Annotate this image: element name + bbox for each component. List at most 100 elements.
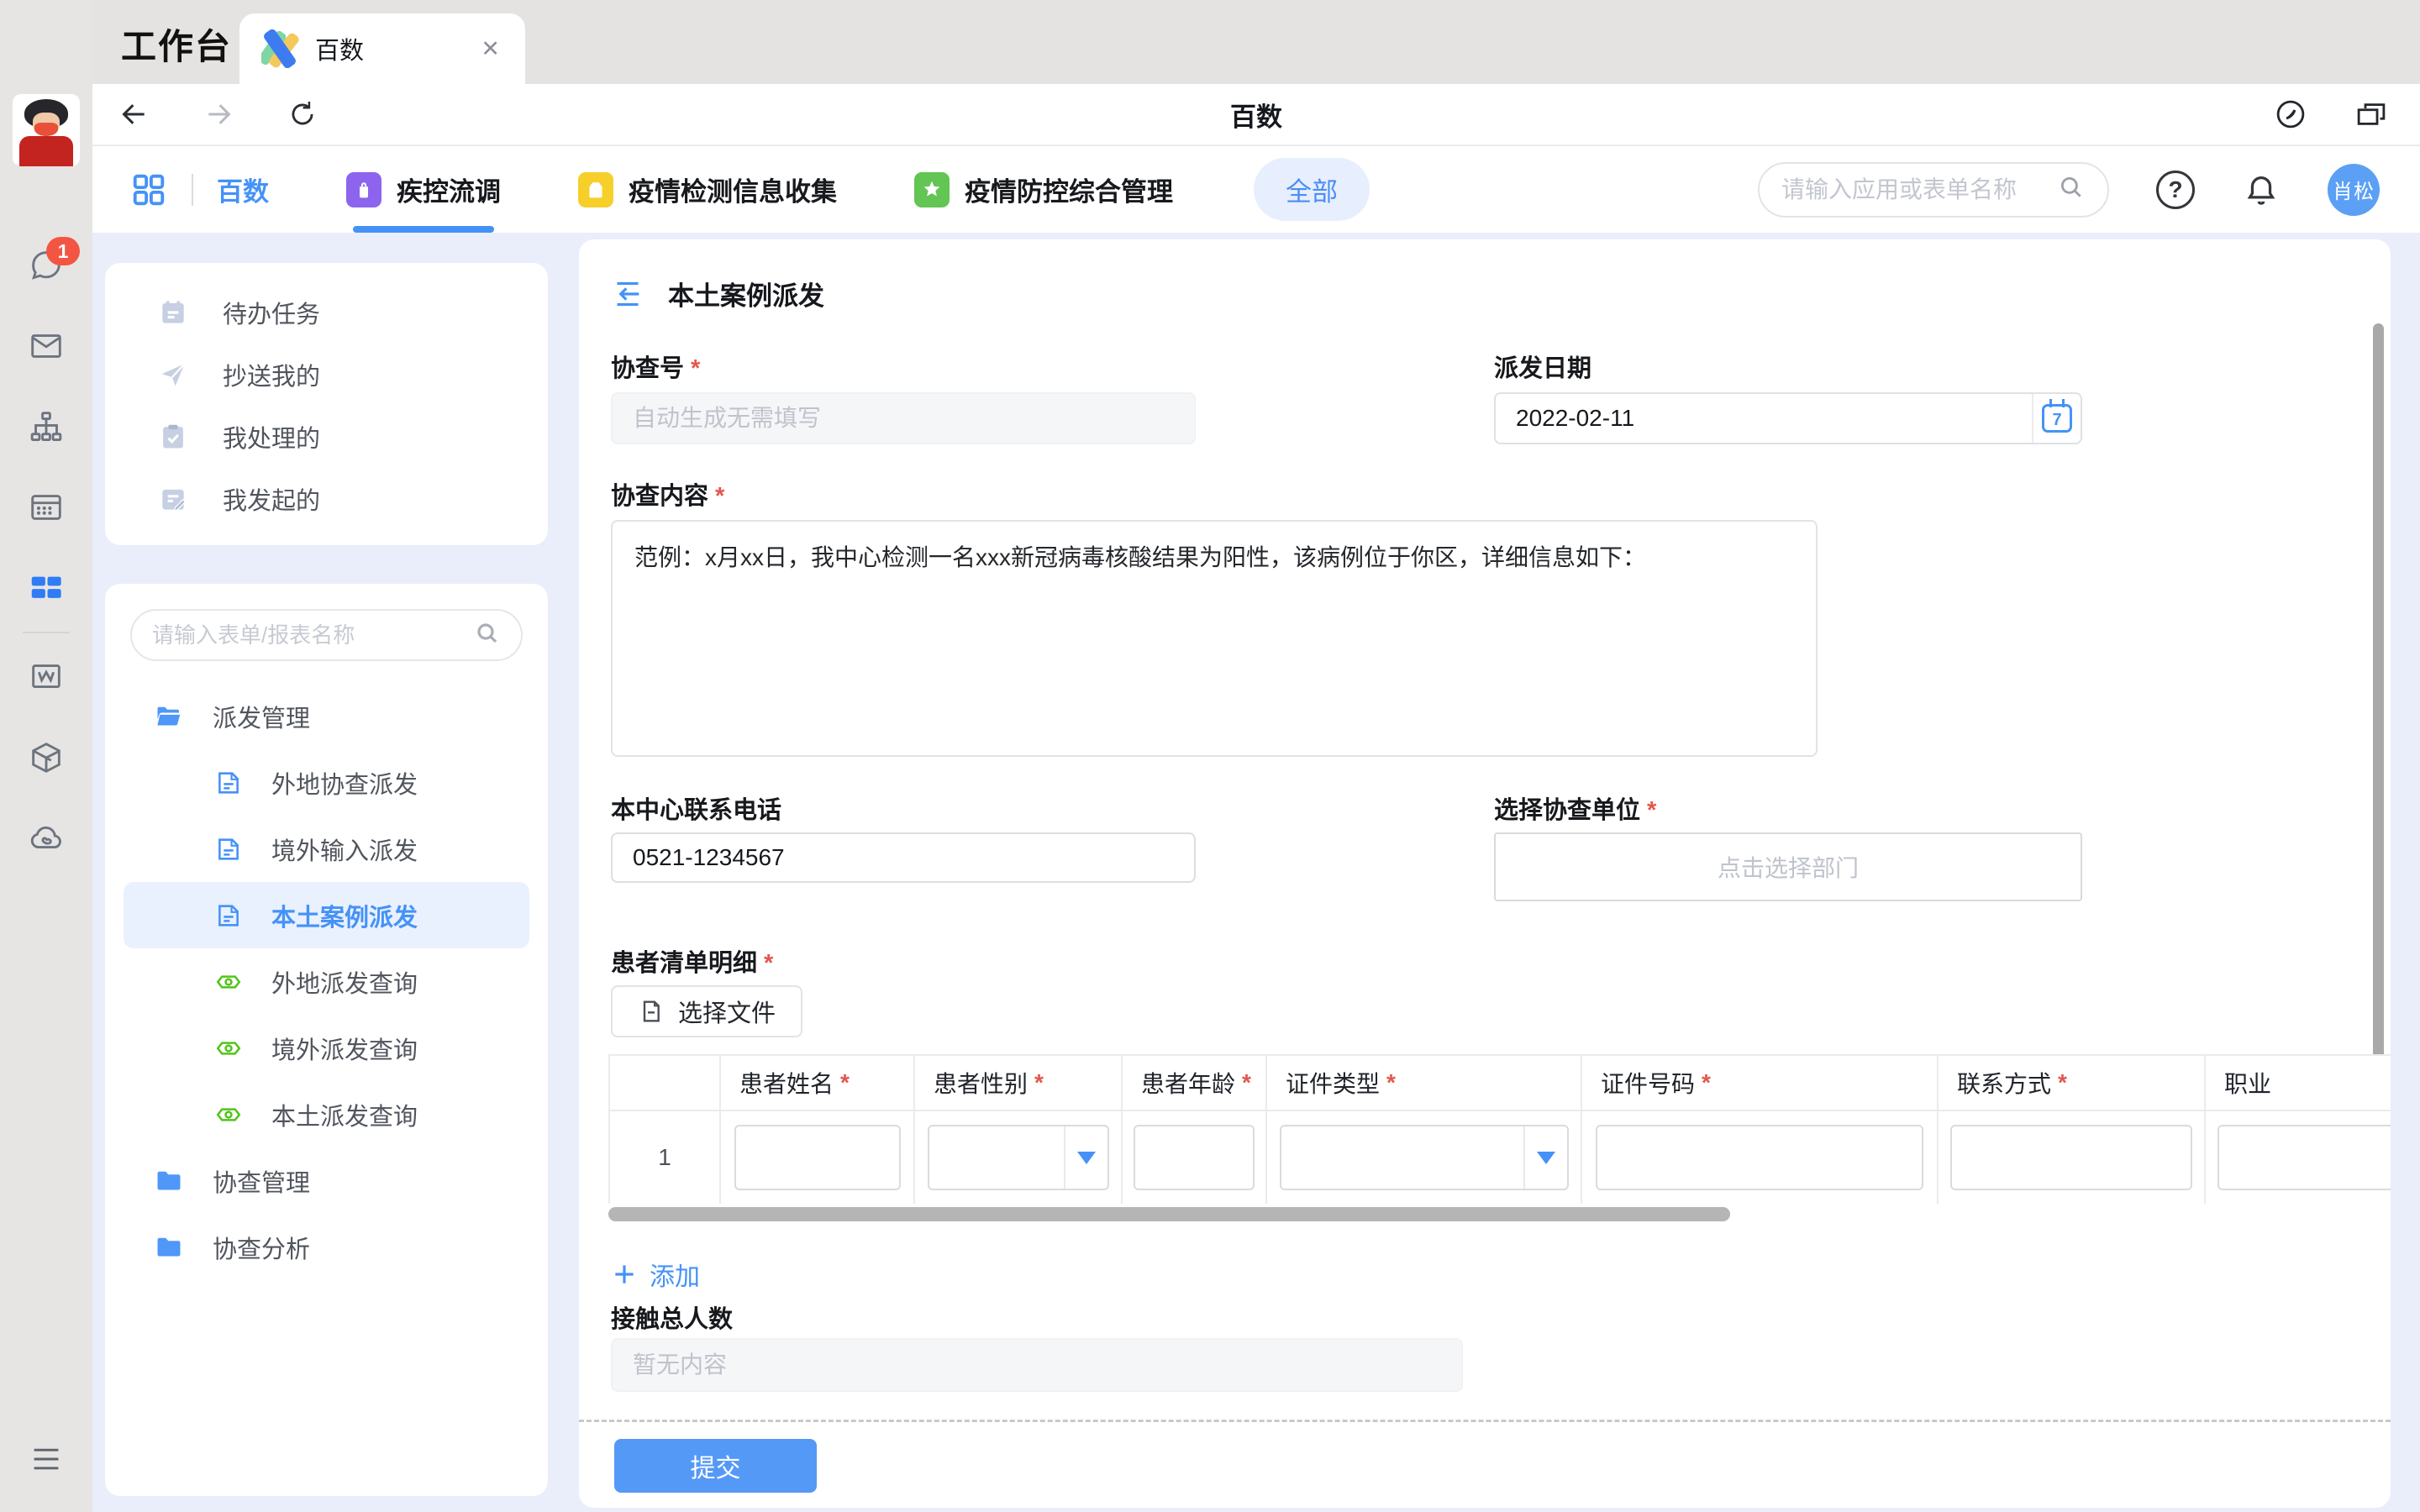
chat-icon[interactable]: 1 [24,244,68,287]
horizontal-scrollbar[interactable] [608,1207,1730,1221]
profile-avatar[interactable] [13,94,80,166]
divider [192,174,193,206]
nav-app-fangkong[interactable]: 疫情防控综合管理 [914,146,1173,233]
phone-field[interactable] [611,832,1196,883]
choose-file-button[interactable]: 选择文件 [611,985,802,1037]
phone-label: 本中心联系电话 [611,790,781,826]
cube-icon[interactable] [24,736,68,780]
user-avatar[interactable]: 肖松 [2328,164,2380,216]
form-tree-panel: 派发管理 外地协查派发 境外输入派发 本土案例派发 外地派发查询 [105,584,548,1496]
dropdown-arrow-icon [1077,1152,1096,1164]
workbench-icon[interactable] [24,566,68,610]
tab-baishu[interactable]: 百数 ✕ [239,13,525,84]
chat-badge: 1 [46,237,80,265]
patient-list-label: 患者清单明细* [611,943,773,979]
org-icon[interactable] [24,405,68,449]
bell-icon[interactable] [2242,171,2281,209]
add-row-button[interactable]: 添加 [611,1256,700,1293]
form-search-input[interactable] [152,622,474,648]
nav-home-baishu[interactable]: 百数 [217,171,269,208]
fangkong-app-icon [914,172,950,207]
col-occupation: 职业 [2206,1056,2391,1111]
help-icon[interactable]: ? [2156,171,2195,209]
patient-table-header: 患者姓名* 患者性别* 患者年龄* 证件类型* 证件号码* 联系方式* 职业 [610,1056,2391,1111]
apps-grid-icon[interactable] [129,171,168,209]
row-index: 1 [658,1144,671,1171]
col-patient-age: 患者年龄* [1123,1056,1267,1111]
search-icon [474,620,501,651]
dispatch-date-value[interactable]: 2022-02-11 [1496,394,2032,443]
tree-folder-dispatch-mgmt[interactable]: 派发管理 [124,683,529,749]
nav-app-jiance[interactable]: 疫情检测信息收集 [578,146,837,233]
report-eye-icon [214,968,243,996]
form-doc-icon [214,901,243,930]
report-eye-icon [214,1100,243,1129]
app-window: 1 [0,0,2420,1512]
forward-icon[interactable] [200,96,237,133]
occupation-input[interactable] [2217,1125,2391,1190]
menu-item-cc[interactable]: 抄送我的 [105,344,548,406]
tab-strip: 工作台 百数 ✕ [92,0,2420,84]
app-search-input[interactable] [1781,176,2057,203]
footer-divider [579,1420,2391,1422]
tree-item-waidi-query[interactable]: 外地派发查询 [124,948,529,1015]
patient-age-input[interactable] [1134,1125,1255,1190]
compass-icon[interactable] [2272,96,2309,133]
tree-item-waidi-xiecha[interactable]: 外地协查派发 [124,749,529,816]
unit-selector[interactable]: 点击选择部门 [1494,832,2082,901]
tree-item-jingwai-query[interactable]: 境外派发查询 [124,1015,529,1081]
submit-button[interactable]: 提交 [614,1439,817,1493]
workspace-title: 工作台 [121,18,232,70]
dispatch-date-field[interactable]: 2022-02-11 7 [1494,392,2082,444]
menu-item-initiated[interactable]: 我发起的 [105,468,548,530]
col-patient-gender: 患者性别* [915,1056,1123,1111]
menu-item-processed[interactable]: 我处理的 [105,406,548,468]
contact-total-label: 接触总人数 [611,1299,733,1335]
note-edit-icon [157,483,189,515]
form-search-box[interactable] [130,609,523,661]
calendar-icon: 7 [2042,404,2072,433]
nav-app-jikong[interactable]: 疾控流调 [346,146,501,233]
content-area: 待办任务 抄送我的 我处理的 我发起的 [92,233,2420,1512]
contact-input[interactable] [1950,1125,2192,1190]
nav-all-pill[interactable]: 全部 [1254,158,1370,221]
patient-name-input[interactable] [734,1125,901,1190]
jiance-app-icon [578,172,613,207]
app-search-box[interactable] [1758,162,2109,218]
task-menu-panel: 待办任务 抄送我的 我处理的 我发起的 [105,263,548,545]
app-navbar: 百数 疾控流调 疫情检测信息收集 疫情防控综合管理 全部 [92,146,2420,233]
new-window-icon[interactable] [2353,96,2390,133]
page-title: 百数 [1230,96,1282,134]
dispatch-date-label: 派发日期 [1494,349,1591,384]
mail-icon[interactable] [24,324,68,368]
tree-folder-xiecha-mgmt[interactable]: 协查管理 [124,1147,529,1214]
patient-table: 患者姓名* 患者性别* 患者年龄* 证件类型* 证件号码* 联系方式* 职业 1 [608,1054,2391,1204]
case-no-label: 协查号* [611,349,700,384]
tree-folder-xiecha-analysis[interactable]: 协查分析 [124,1214,529,1280]
content-textarea[interactable]: 范例：x月xx日，我中心检测一名xxx新冠病毒核酸结果为阳性，该病例位于你区，详… [611,520,1818,757]
calendar-picker[interactable]: 7 [2032,394,2081,443]
search-icon [2057,173,2086,206]
tree-item-bentu-query[interactable]: 本土派发查询 [124,1081,529,1147]
form-title: 本土案例派发 [668,275,824,312]
word-doc-icon[interactable] [24,655,68,699]
refresh-icon[interactable] [284,96,321,133]
tree-item-bentu-anli[interactable]: 本土案例派发 [124,882,529,948]
contact-total-field[interactable] [611,1338,1463,1392]
file-icon [638,998,665,1025]
cloud-call-icon[interactable] [24,816,68,860]
id-type-select[interactable] [1280,1125,1569,1190]
id-number-input[interactable] [1596,1125,1923,1190]
tab-close-icon[interactable]: ✕ [477,33,503,66]
menu-item-todo[interactable]: 待办任务 [105,281,548,344]
folder-icon [154,1166,184,1196]
back-icon[interactable] [116,96,153,133]
browser-toolbar: 百数 [92,84,2420,146]
clipboard-check-icon [157,421,189,453]
patient-gender-select[interactable] [928,1125,1109,1190]
collapse-back-icon[interactable] [611,277,644,311]
rail-menu-icon[interactable] [28,1444,65,1478]
tree-item-jingwai-shuru[interactable]: 境外输入派发 [124,816,529,882]
calendar-apps-icon[interactable] [24,486,68,529]
case-no-field[interactable] [611,392,1196,444]
